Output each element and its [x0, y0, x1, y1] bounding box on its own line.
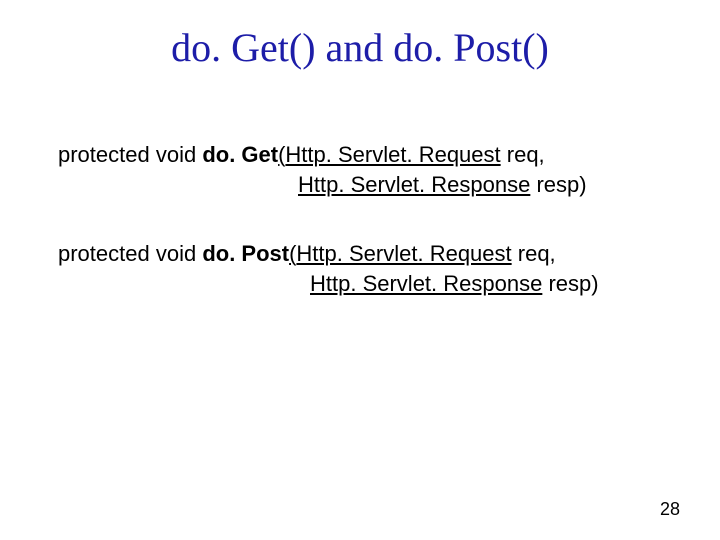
page-number: 28	[660, 499, 680, 520]
dopost-line2: Http. Servlet. Response resp)	[58, 269, 680, 299]
modifier-text: protected void	[58, 241, 202, 266]
method-name-doget: do. Get	[202, 142, 278, 167]
slide-title: do. Get() and do. Post()	[0, 24, 720, 71]
modifier-text: protected void	[58, 142, 202, 167]
doget-line2: Http. Servlet. Response resp)	[58, 170, 680, 200]
dopost-line1: protected void do. Post(Http. Servlet. R…	[58, 239, 680, 269]
dopost-response-type: Http. Servlet. Response	[310, 271, 542, 296]
dopost-request-var: req,	[512, 241, 556, 266]
method-name-dopost: do. Post	[202, 241, 289, 266]
slide: do. Get() and do. Post() protected void …	[0, 0, 720, 540]
dopost-request-type: Http. Servlet. Request	[296, 241, 511, 266]
doget-line1: protected void do. Get(Http. Servlet. Re…	[58, 140, 680, 170]
dopost-response-var: resp)	[542, 271, 598, 296]
slide-body: protected void do. Get(Http. Servlet. Re…	[58, 140, 680, 339]
doget-response-var: resp)	[530, 172, 586, 197]
dopost-signature: protected void do. Post(Http. Servlet. R…	[58, 239, 680, 298]
doget-response-type: Http. Servlet. Response	[298, 172, 530, 197]
doget-signature: protected void do. Get(Http. Servlet. Re…	[58, 140, 680, 199]
doget-request-var: req,	[501, 142, 545, 167]
doget-request-type: Http. Servlet. Request	[285, 142, 500, 167]
